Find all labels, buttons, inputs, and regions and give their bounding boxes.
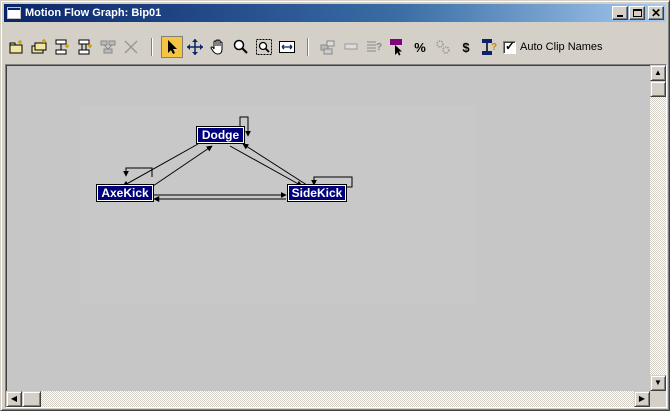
optimize-icon: [436, 40, 450, 54]
svg-text:?: ?: [376, 42, 382, 53]
arrow-right-icon: ▶: [638, 394, 646, 403]
delete-icon: [124, 40, 138, 54]
arrow-up-icon: ▲: [654, 68, 662, 77]
create-clip-button[interactable]: [5, 36, 27, 58]
zoom-button[interactable]: [230, 36, 252, 58]
auto-clip-names-checkbox[interactable]: ✓: [503, 38, 516, 54]
scroll-up-button[interactable]: ▲: [650, 65, 666, 81]
graph-canvas[interactable]: Dodge AxeKick SideKick ▲ ▼ ◀ ▶: [5, 64, 667, 408]
save-clip-icon: ?: [482, 39, 497, 55]
toolbar-separator: [307, 38, 309, 56]
toolbar: ? % $ ? ✓ Auto Clip Names: [5, 33, 667, 61]
move-button[interactable]: [184, 36, 206, 58]
save-clip-button[interactable]: ?: [478, 36, 500, 58]
percent-button[interactable]: %: [409, 36, 431, 58]
delete-button[interactable]: [120, 36, 142, 58]
zoom-extents-button[interactable]: [276, 36, 298, 58]
close-icon: ✕: [651, 6, 662, 20]
maximize-button[interactable]: [629, 6, 645, 20]
create-transition-icon: [55, 39, 69, 55]
show-scripts-icon: [320, 40, 335, 55]
properties-button[interactable]: ?: [363, 36, 385, 58]
horizontal-scrollbar[interactable]: ◀ ▶: [6, 391, 650, 407]
checkmark-icon: ✓: [505, 38, 516, 53]
auto-clip-names-option[interactable]: ✓ Auto Clip Names: [503, 38, 603, 54]
random-transition-button[interactable]: [340, 36, 362, 58]
close-button[interactable]: ✕: [648, 6, 664, 20]
select-random-flag-button[interactable]: [386, 36, 408, 58]
optimize-button[interactable]: [432, 36, 454, 58]
create-transition-button[interactable]: [51, 36, 73, 58]
scroll-down-button[interactable]: ▼: [650, 375, 666, 391]
window-title: Motion Flow Graph: Bip01: [25, 7, 162, 19]
auto-clip-names-label: Auto Clip Names: [520, 41, 603, 53]
toolbar-separator: [151, 38, 153, 56]
zoom-region-icon: [256, 39, 272, 55]
delete-transition-icon: [100, 40, 116, 54]
transition-sidekick-dodge: [242, 143, 311, 188]
show-scripts-button[interactable]: [317, 36, 339, 58]
scrollbar-corner: [650, 391, 666, 407]
motion-flow-window: Motion Flow Graph: Bip01 ✕ ? % $ ? ✓ Aut…: [0, 0, 670, 411]
transition-axekick-dodge: [152, 145, 213, 187]
node-dodge[interactable]: Dodge: [196, 126, 245, 144]
vertical-scrollbar[interactable]: ▲ ▼: [650, 65, 666, 391]
svg-text:?: ?: [491, 42, 497, 53]
dollar-icon: $: [462, 39, 470, 55]
maximize-icon: [633, 9, 642, 17]
zoom-region-button[interactable]: [253, 36, 275, 58]
vertical-scroll-thumb[interactable]: [650, 81, 666, 97]
move-icon: [187, 39, 203, 55]
create-multiple-clips-button[interactable]: [28, 36, 50, 58]
zoom-extents-icon: [279, 41, 295, 53]
transition-dodge-sidekick: [229, 145, 303, 187]
horizontal-scroll-thumb[interactable]: [22, 391, 41, 407]
create-multiple-clips-icon: [31, 39, 47, 54]
properties-icon: ?: [367, 41, 382, 53]
pan-button[interactable]: [207, 36, 229, 58]
select-button[interactable]: [161, 36, 183, 58]
arrow-left-icon: ◀: [10, 394, 18, 403]
node-sidekick[interactable]: SideKick: [287, 184, 347, 202]
select-arrow-icon: [168, 40, 177, 54]
create-clip-icon: [9, 40, 23, 54]
arrow-down-icon: ▼: [654, 378, 662, 387]
minimize-icon: [617, 15, 623, 17]
scroll-left-button[interactable]: ◀: [6, 391, 22, 407]
create-all-transitions-button[interactable]: [74, 36, 96, 58]
scroll-right-button[interactable]: ▶: [634, 391, 650, 407]
create-all-transitions-icon: [78, 39, 92, 55]
transition-arrows: [122, 116, 353, 202]
delete-transition-button[interactable]: [97, 36, 119, 58]
graph-content-area: Dodge AxeKick SideKick: [80, 106, 476, 304]
window-icon: [7, 7, 21, 19]
pan-hand-icon: [210, 39, 223, 55]
dollar-button[interactable]: $: [455, 36, 477, 58]
node-axekick[interactable]: AxeKick: [96, 184, 154, 202]
random-transition-icon: [344, 43, 358, 50]
title-bar[interactable]: Motion Flow Graph: Bip01 ✕: [4, 4, 666, 22]
select-random-flag-icon: [390, 39, 402, 56]
zoom-icon: [233, 39, 248, 54]
transition-dodge-axekick: [122, 143, 199, 187]
minimize-button[interactable]: [612, 6, 628, 20]
percent-icon: %: [414, 39, 426, 55]
